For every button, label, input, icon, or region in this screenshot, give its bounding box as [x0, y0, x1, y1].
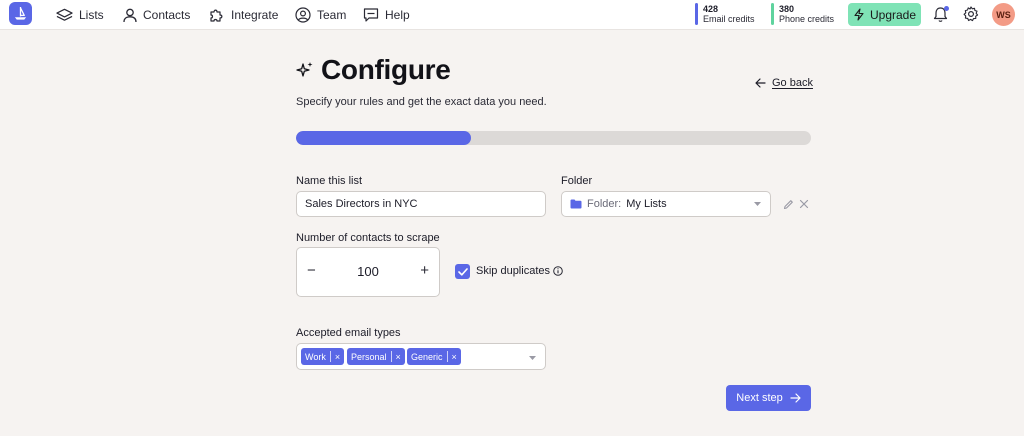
edit-pencil-icon[interactable] — [783, 199, 794, 210]
contacts-stepper: − 100 + — [296, 247, 440, 297]
email-credits: 428 Email credits — [695, 3, 755, 25]
checkmark-icon — [457, 267, 468, 276]
phone-credits-count: 380 — [779, 4, 795, 14]
phone-credits: 380 Phone credits — [771, 3, 834, 25]
nav-contacts[interactable]: Contacts — [123, 5, 190, 25]
chevron-down-icon — [529, 356, 536, 360]
nav-team-label: Team — [317, 8, 347, 22]
next-step-button[interactable]: Next step — [726, 385, 811, 411]
email-types-label: Accepted email types — [296, 327, 401, 339]
upgrade-label: Upgrade — [869, 7, 917, 22]
phone-credits-label: Phone credits — [779, 14, 835, 24]
tag-work-remove-button[interactable]: × — [331, 352, 344, 362]
upgrade-button[interactable]: Upgrade — [848, 3, 921, 26]
page-title: Configure — [321, 54, 451, 85]
folder-select[interactable]: Folder: My Lists — [561, 191, 771, 217]
info-icon[interactable] — [553, 266, 563, 276]
progress-bar — [296, 131, 811, 145]
top-nav-bar: Lists Contacts Integrate Team Help 428 E… — [0, 0, 1024, 30]
tag-personal-remove-button[interactable]: × — [392, 352, 405, 362]
tag-personal-label: Personal — [347, 351, 392, 362]
sparkle-icon — [296, 62, 313, 77]
app-logo[interactable] — [9, 2, 32, 25]
email-credits-count: 428 — [703, 4, 719, 14]
lightning-icon — [854, 8, 864, 21]
contacts-count-label: Number of contacts to scrape — [296, 232, 440, 244]
phone-credits-bar — [771, 3, 774, 25]
nav-help-label: Help — [385, 8, 410, 22]
arrow-left-icon — [755, 78, 766, 88]
user-avatar[interactable]: WS — [992, 3, 1015, 26]
folder-value: My Lists — [626, 198, 667, 210]
skip-duplicates-checkbox[interactable] — [455, 264, 470, 279]
puzzle-icon — [210, 9, 223, 22]
skip-duplicates-label[interactable]: Skip duplicates — [476, 265, 550, 277]
list-name-label: Name this list — [296, 175, 363, 187]
nav-lists-label: Lists — [79, 8, 104, 22]
tag-work-label: Work — [301, 351, 331, 362]
folder-prefix: Folder: — [587, 198, 622, 210]
user-icon — [123, 8, 137, 22]
chat-icon — [363, 8, 379, 22]
close-icon[interactable] — [799, 199, 809, 209]
email-types-multiselect[interactable]: Work × Personal × Generic × — [296, 343, 546, 370]
progress-fill — [296, 131, 472, 145]
page-subtitle: Specify your rules and get the exact dat… — [296, 96, 547, 108]
nav-team[interactable]: Team — [295, 5, 346, 25]
email-credits-label: Email credits — [703, 14, 755, 24]
user-circle-icon — [295, 7, 311, 23]
nav-contacts-label: Contacts — [143, 8, 191, 22]
next-step-label: Next step — [736, 392, 783, 404]
folder-label: Folder — [561, 175, 593, 187]
tag-generic: Generic × — [407, 348, 461, 365]
list-name-input[interactable] — [296, 191, 546, 217]
tag-work: Work × — [301, 348, 345, 365]
page-header: Configure — [296, 54, 451, 86]
nav-help[interactable]: Help — [363, 5, 410, 25]
nav-integrate[interactable]: Integrate — [209, 5, 278, 25]
layers-icon — [56, 8, 73, 21]
go-back-link[interactable]: Go back — [755, 77, 813, 89]
increment-button[interactable]: + — [420, 262, 429, 279]
email-credits-bar — [695, 3, 698, 25]
nav-lists[interactable]: Lists — [56, 5, 104, 25]
contacts-count-value[interactable]: 100 — [297, 264, 439, 279]
tag-generic-label: Generic — [407, 351, 448, 362]
nav-integrate-label: Integrate — [231, 8, 279, 22]
notification-dot — [944, 6, 949, 11]
tag-generic-remove-button[interactable]: × — [448, 352, 461, 362]
go-back-label: Go back — [772, 77, 813, 89]
sailboat-icon — [14, 6, 27, 20]
tag-personal: Personal × — [347, 348, 405, 365]
gear-icon[interactable] — [963, 6, 979, 22]
arrow-right-icon — [790, 393, 801, 403]
folder-icon — [570, 199, 582, 209]
chevron-down-icon — [754, 202, 761, 206]
